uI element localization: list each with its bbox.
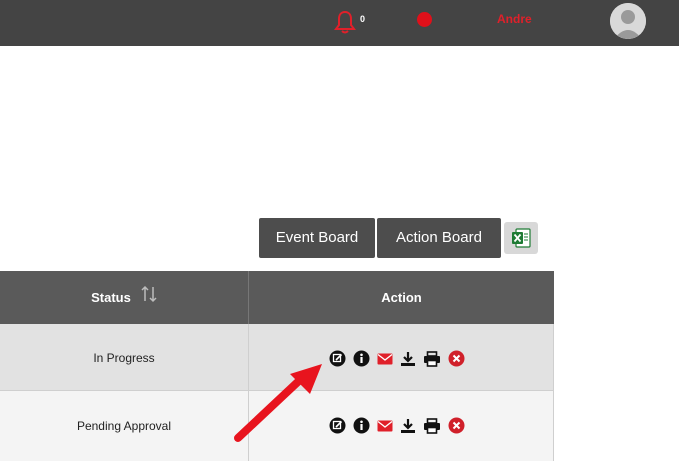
info-icon[interactable]	[353, 350, 370, 367]
avatar[interactable]	[610, 3, 646, 39]
table-header: Status Action	[0, 271, 554, 324]
edit-icon[interactable]	[329, 350, 346, 367]
action-icons	[329, 350, 465, 367]
bell-icon[interactable]	[334, 10, 356, 34]
download-icon[interactable]	[400, 351, 416, 367]
annotation-arrow-icon	[234, 364, 322, 442]
status-cell: Pending Approval	[76, 419, 172, 433]
excel-export-button[interactable]	[504, 222, 538, 254]
info-icon[interactable]	[353, 417, 370, 434]
delete-icon[interactable]	[448, 350, 465, 367]
edit-icon[interactable]	[329, 417, 346, 434]
action-board-button[interactable]: Action Board	[377, 218, 501, 258]
action-icons	[329, 417, 465, 434]
email-icon[interactable]	[377, 420, 393, 432]
print-icon[interactable]	[423, 350, 441, 367]
status-cell: In Progress	[93, 350, 155, 365]
column-header-action: Action	[381, 290, 422, 305]
print-icon[interactable]	[423, 417, 441, 434]
sort-icon[interactable]	[141, 272, 157, 325]
top-navigation-bar: 0 Andre	[0, 0, 679, 46]
delete-icon[interactable]	[448, 417, 465, 434]
column-header-status[interactable]: Status	[0, 271, 248, 324]
excel-icon	[512, 228, 531, 248]
status-dot	[417, 12, 432, 27]
download-icon[interactable]	[400, 418, 416, 434]
notification-count: 0	[360, 14, 366, 24]
email-icon[interactable]	[377, 353, 393, 365]
event-board-button[interactable]: Event Board	[259, 218, 375, 258]
user-name[interactable]: Andre	[497, 12, 532, 26]
